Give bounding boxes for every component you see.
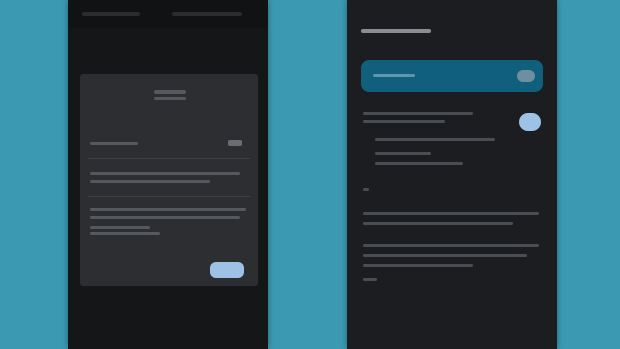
dialog-option-control[interactable] — [228, 140, 242, 146]
banner-text-line — [373, 74, 415, 77]
highlight-banner[interactable] — [361, 60, 543, 92]
setting-title-line — [363, 112, 473, 115]
setting-detail-line — [375, 162, 463, 165]
dialog-text-line — [90, 172, 240, 175]
setting-detail-line — [375, 138, 495, 141]
dialog-text-line — [90, 180, 210, 183]
dialog-divider — [88, 196, 250, 197]
dialog-text-line — [90, 232, 160, 235]
dialog-option-label — [90, 142, 138, 145]
right-phone-screen — [347, 0, 557, 349]
description-line — [363, 254, 527, 257]
screen-title-text — [361, 29, 431, 33]
dialog-text-line — [90, 208, 246, 211]
description-line — [363, 264, 473, 267]
left-top-bar — [68, 0, 268, 28]
banner-toggle-icon[interactable] — [517, 70, 535, 82]
setting-detail-line — [375, 152, 431, 155]
dialog-divider — [88, 158, 250, 159]
settings-dialog — [80, 74, 258, 286]
dialog-text-line — [90, 216, 240, 219]
dialog-title-text — [154, 97, 186, 100]
ok-button[interactable] — [210, 262, 244, 278]
top-bar-segment — [172, 12, 242, 16]
dialog-title-text — [154, 90, 186, 94]
description-line — [363, 212, 539, 215]
left-phone-screen — [68, 0, 268, 349]
section-marker — [363, 188, 369, 191]
description-line — [363, 222, 513, 225]
toggle-icon[interactable] — [519, 113, 541, 131]
dialog-text-line — [90, 226, 150, 229]
description-line — [363, 244, 539, 247]
description-line — [363, 278, 377, 281]
top-bar-segment — [82, 12, 140, 16]
setting-subtitle-line — [363, 120, 445, 123]
